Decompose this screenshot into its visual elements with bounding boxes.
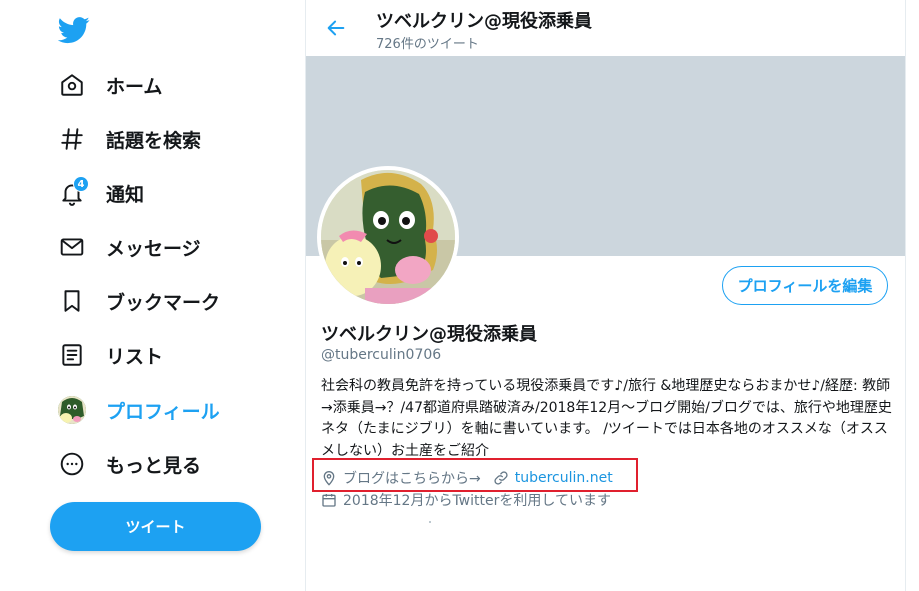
- highlight-annotation-box: [312, 458, 638, 492]
- joined-date: 2018年12月からTwitterを利用しています: [343, 493, 611, 509]
- profile-name: ツベルクリン@現役添乗員: [321, 324, 537, 345]
- back-arrow-icon[interactable]: [324, 16, 348, 40]
- notification-badge: 4: [73, 176, 89, 192]
- tweet-count: 726件のツイート: [376, 37, 479, 52]
- nav-lists[interactable]: リスト: [58, 335, 163, 375]
- nav-label: ホーム: [106, 75, 163, 98]
- nav-more[interactable]: もっと見る: [58, 444, 201, 484]
- nav-notifications[interactable]: 4 通知: [58, 173, 144, 213]
- column-divider: [905, 0, 906, 591]
- nav-label: メッセージ: [106, 237, 201, 260]
- twitter-logo-icon[interactable]: [57, 14, 90, 46]
- profile-header: ツベルクリン@現役添乗員 726件のツイート: [306, 0, 905, 56]
- profile-joined: 2018年12月からTwitterを利用しています: [321, 490, 611, 510]
- profile-handle: @tuberculin0706: [321, 347, 442, 363]
- nav-explore[interactable]: 話題を検索: [58, 119, 201, 159]
- nav-profile[interactable]: プロフィール: [58, 390, 220, 430]
- nav-label: プロフィール: [106, 400, 220, 423]
- nav-label: もっと見る: [106, 454, 202, 477]
- nav-bookmarks[interactable]: ブックマーク: [58, 281, 220, 321]
- hashtag-icon: [58, 125, 86, 153]
- bell-icon: 4: [58, 176, 89, 207]
- separator-dot: [429, 521, 431, 523]
- sidebar: ホーム 話題を検索 4 通知 メッセージ ブックマーク リスト プロフィール も…: [0, 0, 305, 591]
- more-icon: [58, 450, 86, 478]
- avatar: [58, 396, 86, 424]
- nav-messages[interactable]: メッセージ: [58, 227, 201, 267]
- profile-bio: 社会科の教員免許を持っている現役添乗員です♪/旅行 &地理歴史ならおまかせ♪/経…: [321, 378, 892, 459]
- list-icon: [58, 341, 86, 369]
- nav-home[interactable]: ホーム: [58, 65, 162, 105]
- bookmark-icon: [58, 287, 86, 315]
- home-icon: [58, 71, 86, 99]
- profile-avatar[interactable]: [317, 166, 459, 308]
- nav-label: 話題を検索: [106, 129, 202, 152]
- nav-label: ブックマーク: [106, 291, 221, 314]
- nav-label: 通知: [106, 183, 145, 206]
- header-title: ツベルクリン@現役添乗員: [376, 11, 592, 32]
- calendar-icon: [321, 492, 337, 508]
- tweet-button[interactable]: ツイート: [50, 502, 261, 551]
- nav-label: リスト: [106, 345, 164, 368]
- edit-profile-button[interactable]: プロフィールを編集: [722, 266, 888, 305]
- envelope-icon: [58, 233, 86, 261]
